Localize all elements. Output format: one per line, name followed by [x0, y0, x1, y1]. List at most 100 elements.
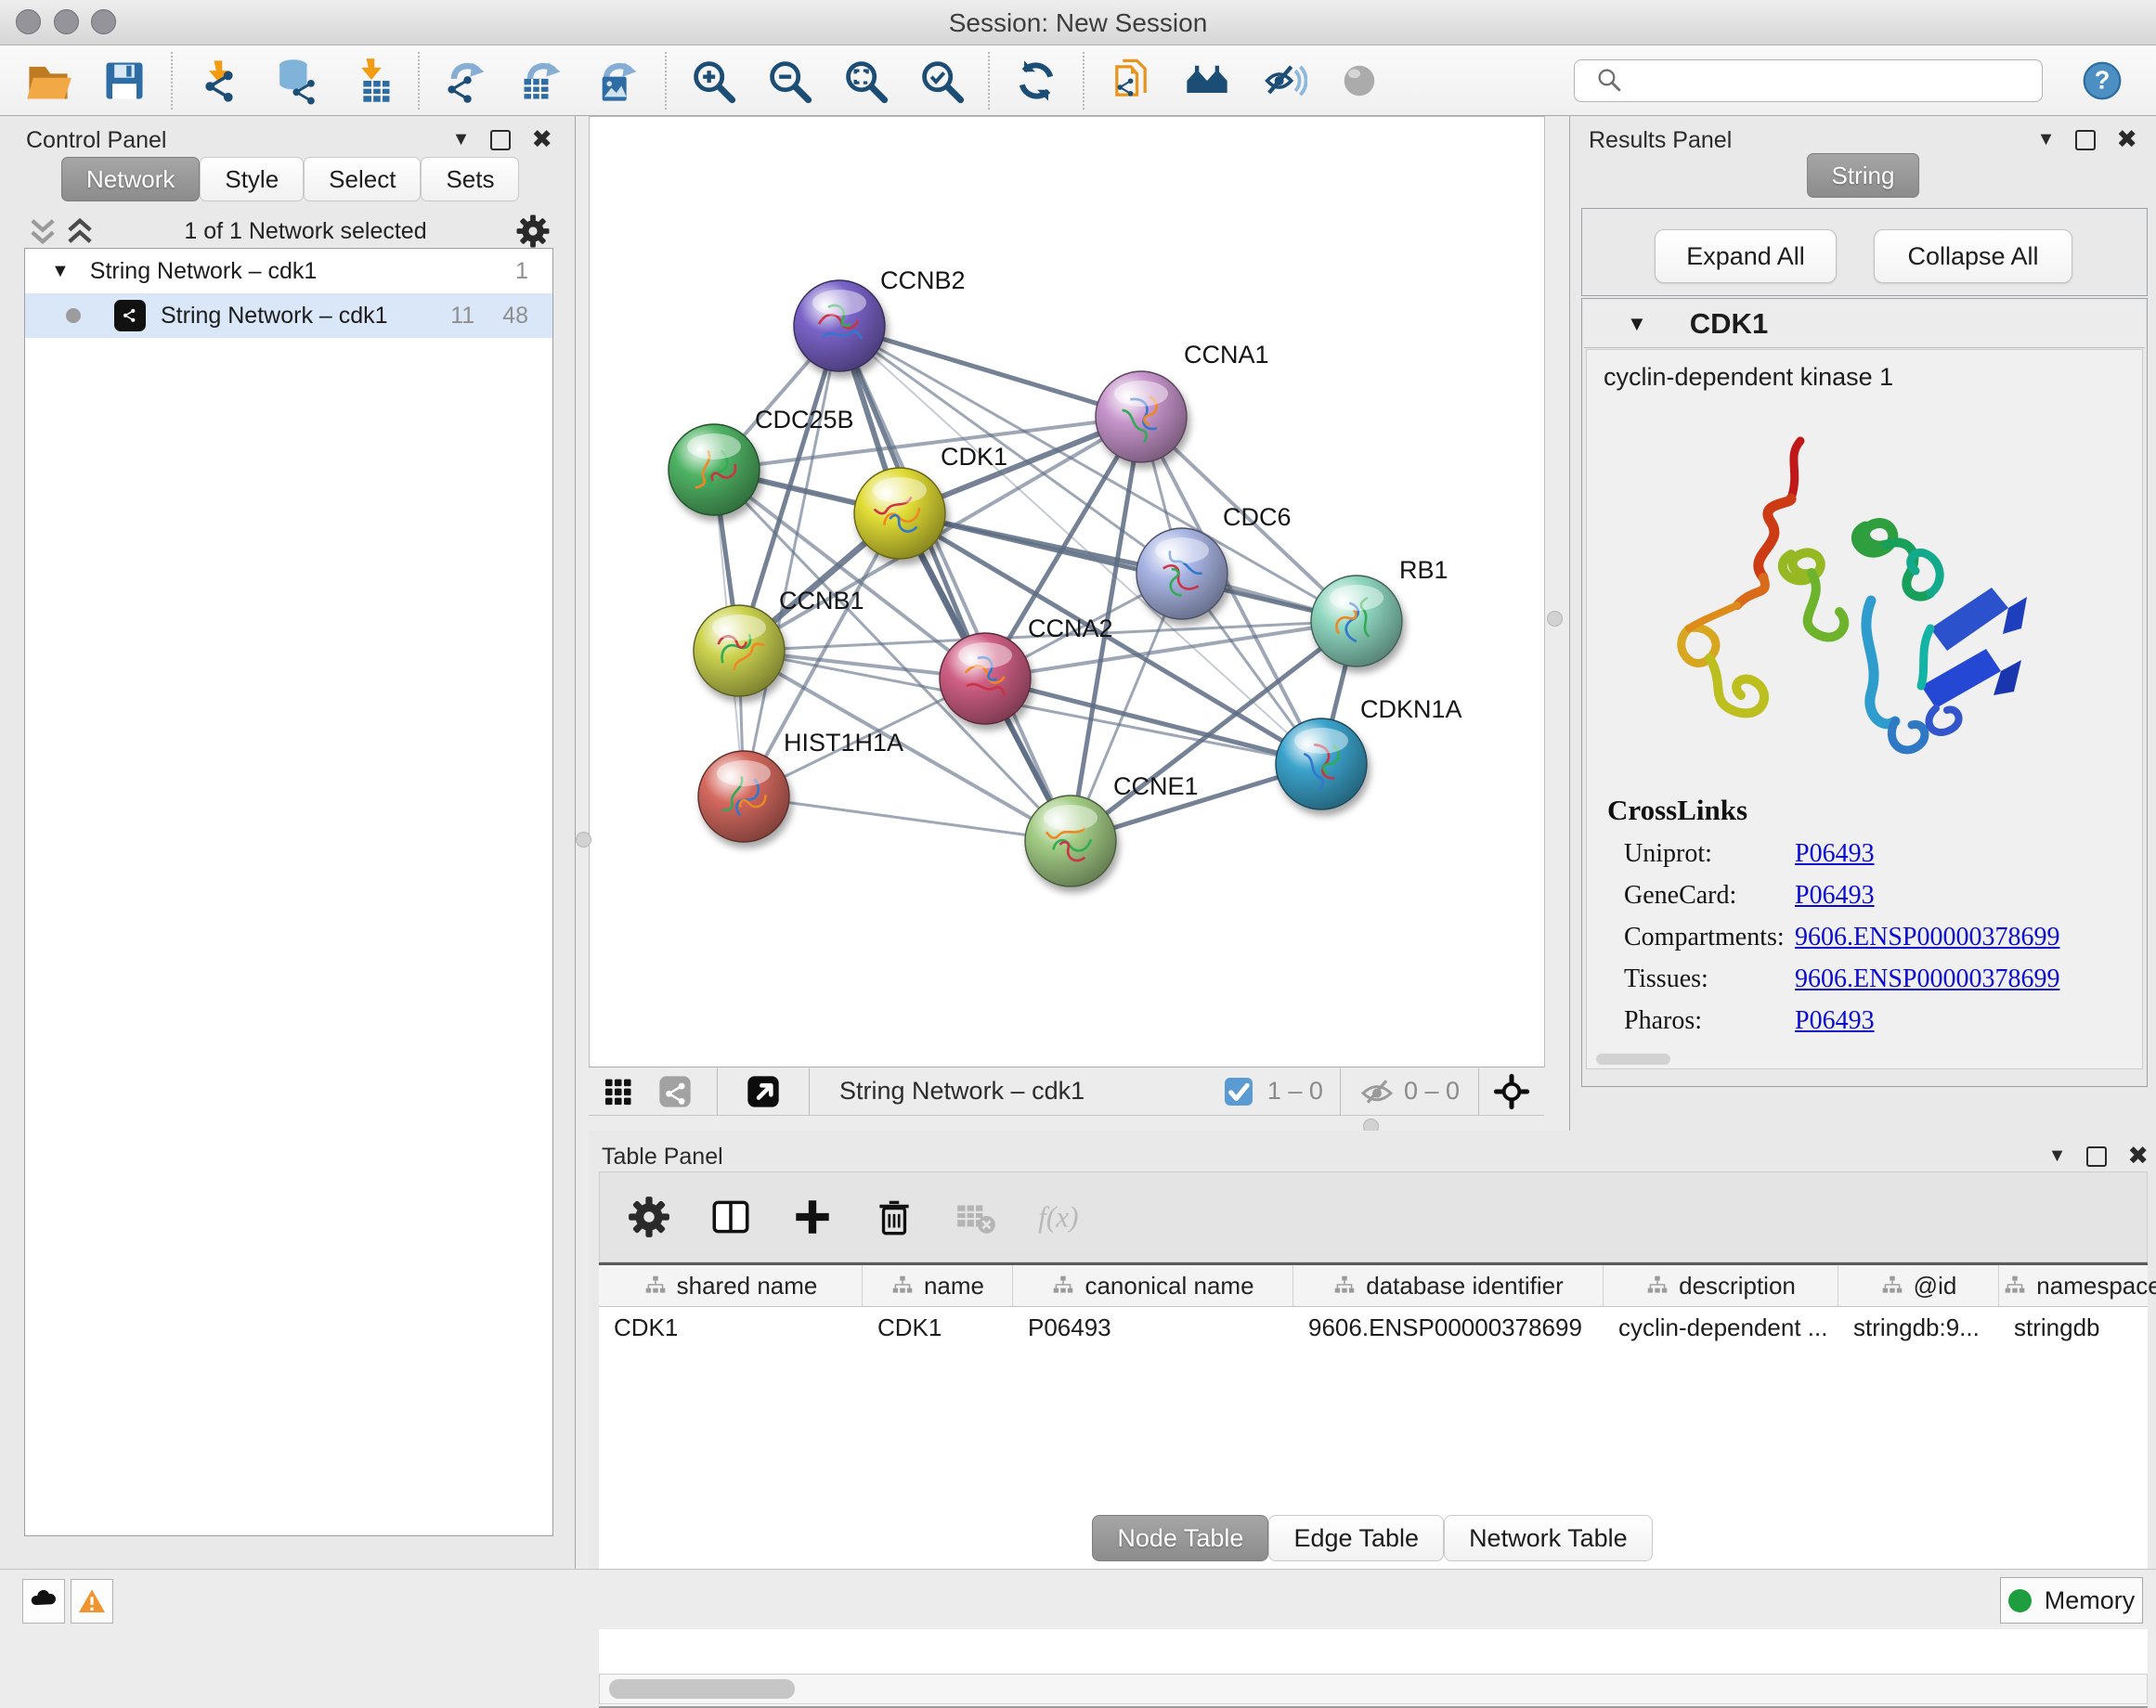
collapse-all-icon[interactable] — [24, 213, 61, 250]
column-header-namespace[interactable]: namespace — [1999, 1265, 2156, 1306]
tab-edge-table[interactable]: Edge Table — [1268, 1515, 1444, 1561]
column-header-canonical-name[interactable]: canonical name — [1013, 1265, 1293, 1306]
share-view-icon[interactable] — [654, 1070, 696, 1113]
expand-all-button[interactable]: Expand All — [1655, 229, 1837, 283]
collapse-triangle-icon[interactable]: ▼ — [1627, 312, 1647, 336]
collapse-all-button[interactable]: Collapse All — [1874, 229, 2072, 283]
crosslink-link[interactable]: P06493 — [1795, 881, 1875, 911]
export-image-icon[interactable] — [592, 55, 644, 107]
trash-icon[interactable] — [871, 1194, 917, 1240]
column-header-description[interactable]: description — [1604, 1265, 1838, 1306]
panel-float-icon[interactable] — [490, 130, 511, 150]
zoom-in-icon[interactable] — [687, 55, 739, 107]
save-icon[interactable] — [98, 55, 150, 107]
node-CDK1[interactable] — [854, 468, 945, 559]
tab-sets[interactable]: Sets — [421, 157, 519, 201]
edge-CCNB2-CCNE1[interactable] — [839, 326, 1071, 841]
column-header--id[interactable]: @id — [1838, 1265, 1999, 1306]
export-table-icon[interactable] — [516, 55, 568, 107]
export-network-icon[interactable] — [440, 55, 492, 107]
table-cell[interactable]: stringdb:9... — [1838, 1313, 1999, 1342]
warning-status-button[interactable] — [71, 1579, 113, 1624]
share-document-icon[interactable] — [1105, 55, 1157, 107]
panel-float-icon[interactable] — [2086, 1146, 2107, 1167]
edge-CCNA2-CDKN1A[interactable] — [985, 679, 1321, 764]
left-splitter-handle[interactable] — [576, 832, 591, 848]
add-plus-icon[interactable] — [789, 1194, 836, 1240]
zoom-fit-icon[interactable] — [839, 55, 891, 107]
crosslink-link[interactable]: 9606.ENSP00000378699 — [1795, 964, 2059, 994]
tab-network[interactable]: Network — [61, 157, 200, 201]
column-header-database-identifier[interactable]: database identifier — [1293, 1265, 1604, 1306]
table-cell[interactable]: stringdb — [1999, 1313, 2156, 1342]
table-hscrollbar[interactable] — [599, 1674, 2148, 1704]
memory-button[interactable]: Memory — [2000, 1577, 2143, 1624]
panel-close-icon[interactable]: ✖ — [2116, 125, 2137, 154]
node-RB1[interactable] — [1311, 576, 1402, 666]
edge-CCNB2-HIST1H1A[interactable] — [744, 326, 839, 796]
results-hscrollbar-thumb[interactable] — [1596, 1054, 1670, 1065]
tree-expander-icon[interactable]: ▼ — [51, 261, 70, 282]
show-graphics-icon[interactable] — [1333, 55, 1385, 107]
panel-float-icon[interactable] — [2075, 130, 2096, 150]
network-options-gear-icon[interactable] — [513, 211, 553, 252]
crosslink-link[interactable]: P06493 — [1795, 839, 1875, 869]
node-CDKN1A[interactable] — [1276, 718, 1367, 809]
search-box[interactable] — [1574, 59, 2043, 102]
hide-graphics-icon[interactable] — [1257, 55, 1309, 107]
split-columns-icon[interactable] — [708, 1194, 754, 1240]
import-database-icon[interactable] — [269, 55, 321, 107]
birds-eye-view-icon[interactable] — [742, 1070, 785, 1113]
zoom-selected-icon[interactable] — [916, 55, 968, 107]
node-HIST1H1A[interactable] — [698, 751, 789, 842]
node-CCNA2[interactable] — [940, 633, 1031, 724]
refresh-icon[interactable] — [1010, 55, 1062, 107]
fx-icon[interactable]: f(x) — [1034, 1194, 1081, 1240]
node-CCNE1[interactable] — [1025, 796, 1116, 886]
network-graph[interactable]: CCNB2CCNA1CDC25BCDK1CDC6RB1CCNB1CCNA2CDK… — [590, 117, 1544, 1067]
import-network-icon[interactable] — [193, 55, 245, 107]
search-input[interactable] — [1636, 61, 2033, 100]
tab-select[interactable]: Select — [304, 157, 421, 201]
table-cell[interactable]: CDK1 — [863, 1313, 1013, 1342]
grid-view-icon[interactable] — [598, 1070, 641, 1113]
tab-network-table[interactable]: Network Table — [1444, 1515, 1653, 1561]
home-network-icon[interactable] — [1181, 55, 1233, 107]
node-CDC25B[interactable] — [669, 424, 760, 515]
table-cell[interactable]: 9606.ENSP00000378699 — [1293, 1313, 1604, 1342]
panel-close-icon[interactable]: ✖ — [531, 125, 552, 154]
tab-style[interactable]: Style — [200, 157, 304, 201]
network-canvas[interactable]: CCNB2CCNA1CDC25BCDK1CDC6RB1CCNB1CCNA2CDK… — [589, 116, 1545, 1068]
table-hscrollbar-thumb[interactable] — [609, 1679, 795, 1699]
tab-node-table[interactable]: Node Table — [1092, 1515, 1268, 1561]
panel-close-icon[interactable]: ✖ — [2127, 1142, 2149, 1171]
node-CCNB2[interactable] — [794, 280, 885, 371]
selected-checkbox-icon[interactable] — [1217, 1070, 1260, 1113]
node-CCNA1[interactable] — [1096, 371, 1187, 462]
cloud-status-button[interactable] — [22, 1579, 65, 1624]
panel-menu-icon[interactable]: ▼ — [2048, 1145, 2067, 1167]
right-splitter-handle[interactable] — [1547, 611, 1563, 627]
crosslink-link[interactable]: 9606.ENSP00000378699 — [1795, 923, 2059, 952]
table-cell[interactable]: CDK1 — [599, 1313, 863, 1342]
node-CCNB1[interactable] — [694, 605, 785, 696]
node-CDC6[interactable] — [1136, 528, 1227, 619]
tree-row-collection[interactable]: ▼ String Network – cdk1 1 — [25, 249, 552, 293]
table-row[interactable]: CDK1CDK1P064939606.ENSP00000378699cyclin… — [599, 1307, 2148, 1348]
import-table-icon[interactable] — [345, 55, 397, 107]
panel-menu-icon[interactable]: ▼ — [2037, 129, 2056, 150]
open-folder-icon[interactable] — [22, 55, 74, 107]
table-cell[interactable]: P06493 — [1013, 1313, 1293, 1342]
settings-gear-icon[interactable] — [626, 1194, 672, 1240]
tree-row-network[interactable]: String Network – cdk1 11 48 — [25, 293, 552, 338]
table-cell[interactable]: cyclin-dependent ... — [1604, 1313, 1838, 1342]
help-icon[interactable]: ? — [2076, 55, 2128, 107]
node-result-header[interactable]: ▼ CDK1 — [1584, 301, 2145, 348]
crosslink-link[interactable]: P06493 — [1795, 1006, 1875, 1036]
panel-menu-icon[interactable]: ▼ — [452, 129, 471, 150]
table-delete-icon[interactable] — [953, 1194, 999, 1240]
zoom-out-icon[interactable] — [763, 55, 815, 107]
fit-selected-crosshair-icon[interactable] — [1490, 1070, 1533, 1113]
tab-string[interactable]: String — [1807, 153, 1920, 198]
edge-CCNB2-CCNA1[interactable] — [839, 326, 1141, 417]
